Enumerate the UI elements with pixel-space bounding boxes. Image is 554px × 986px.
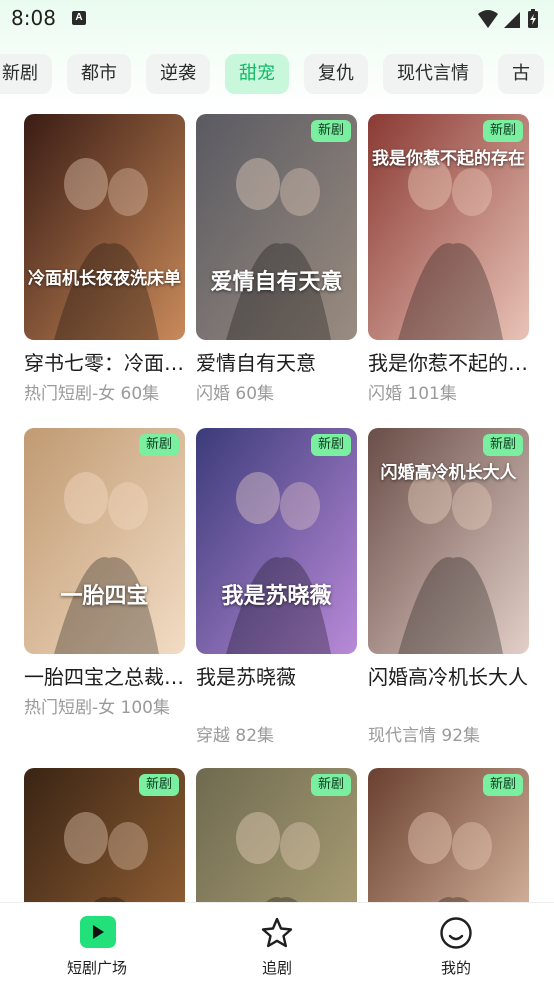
poster-title-art: 闪婚高冷机长大人 xyxy=(380,463,517,483)
drama-poster[interactable]: 爱情自有天意 新剧 xyxy=(196,114,357,340)
drama-poster[interactable]: 团宠千金夫人又美又飒新剧 xyxy=(196,768,357,902)
drama-card[interactable]: 冷面机长夜夜洗床单穿书七零：冷面机长夜夜洗床单热门短剧-女 60集 xyxy=(24,114,185,410)
battery-icon xyxy=(528,9,538,28)
star-icon xyxy=(260,916,294,954)
smile-face-icon xyxy=(439,916,473,954)
drama-meta: 热门短剧-女 60集 xyxy=(24,384,160,404)
nav-label-follow: 追剧 xyxy=(261,959,292,977)
drama-title: 闪婚高冷机长大人 xyxy=(368,665,528,689)
drama-poster[interactable]: 我是苏晓薇 新剧 xyxy=(196,428,357,654)
drama-meta: 闪婚 101集 xyxy=(368,384,457,404)
new-badge: 新剧 xyxy=(482,774,523,796)
drama-card[interactable]: 一胎四宝 新剧一胎四宝之总裁爹地知错了热门短剧-女 100集 xyxy=(24,428,185,750)
play-square-icon xyxy=(80,916,116,952)
tab-5[interactable]: 现代言情 xyxy=(383,54,483,94)
drama-title: 我是苏晓薇 xyxy=(196,665,296,689)
nav-label-drama-square: 短剧广场 xyxy=(66,959,127,977)
new-badge: 新剧 xyxy=(482,434,523,456)
drama-meta: 穿越 82集 xyxy=(196,726,275,746)
tab-6[interactable]: 古 xyxy=(498,54,544,94)
drama-meta: 热门短剧-女 100集 xyxy=(24,698,170,718)
drama-card[interactable]: 爱情自有天意 新剧爱情自有天意闪婚 60集 xyxy=(196,114,357,410)
drama-meta: 现代言情 92集 xyxy=(368,726,481,746)
new-badge: 新剧 xyxy=(138,774,179,796)
poster-title-art: 一胎四宝 xyxy=(60,584,149,609)
drama-poster[interactable]: 一胎四宝 新剧 xyxy=(24,428,185,654)
tab-0[interactable]: 新剧 xyxy=(0,54,52,94)
poster-title-art: 冷面机长夜夜洗床单 xyxy=(28,269,181,289)
drama-title: 穿书七零：冷面机长夜夜洗床单 xyxy=(24,351,185,375)
poster-title-art: 我是你惹不起的存在 xyxy=(372,149,525,169)
drama-title: 我是你惹不起的存在 xyxy=(368,351,529,375)
signal-icon xyxy=(504,12,520,28)
tab-2[interactable]: 逆袭 xyxy=(146,54,210,94)
poster-art xyxy=(196,428,357,654)
drama-poster[interactable]: 新剧 xyxy=(368,768,529,902)
system-icons xyxy=(476,8,546,36)
drama-card[interactable]: 我是苏晓薇 新剧我是苏晓薇穿越 82集 xyxy=(196,428,357,750)
poster-title-art: 我是苏晓薇 xyxy=(221,584,332,609)
drama-title: 爱情自有天意 xyxy=(196,351,316,375)
bottom-nav: 短剧广场 追剧 我的 xyxy=(0,902,554,986)
drama-title: 一胎四宝之总裁爹地知错了 xyxy=(24,665,185,689)
new-badge: 新剧 xyxy=(482,120,523,142)
drama-meta: 闪婚 60集 xyxy=(196,384,275,404)
wifi-icon xyxy=(478,10,498,28)
drama-card[interactable]: 穿书后她上位新剧 xyxy=(24,768,185,902)
tab-3[interactable]: 甜宠 xyxy=(225,54,289,94)
tab-4[interactable]: 复仇 xyxy=(304,54,368,94)
drama-poster[interactable]: 闪婚高冷机长大人 新剧 xyxy=(368,428,529,654)
drama-card[interactable]: 新剧 xyxy=(368,768,529,902)
status-time: 8:08 xyxy=(11,6,56,30)
category-tabs: 新剧 都市 逆袭 甜宠 复仇 现代言情古 xyxy=(0,40,554,108)
drama-grid: 冷面机长夜夜洗床单穿书七零：冷面机长夜夜洗床单热门短剧-女 60集爱情自有天意新… xyxy=(0,108,554,902)
poster-title-art: 爱情自有天意 xyxy=(210,270,343,295)
tab-1[interactable]: 都市 xyxy=(67,54,131,94)
new-badge: 新剧 xyxy=(310,434,351,456)
poster-art xyxy=(24,114,185,340)
drama-card[interactable]: 团宠千金夫人又美又飒新剧 xyxy=(196,768,357,902)
poster-art xyxy=(196,114,357,340)
new-badge: 新剧 xyxy=(310,774,351,796)
drama-poster[interactable]: 穿书后她上位新剧 xyxy=(24,768,185,902)
poster-art xyxy=(24,428,185,654)
nav-label-mine: 我的 xyxy=(440,959,471,977)
status-bar: 8:08 A xyxy=(0,0,554,40)
drama-poster[interactable]: 冷面机长夜夜洗床单 xyxy=(24,114,185,340)
drama-card[interactable]: 闪婚高冷机长大人 新剧闪婚高冷机长大人现代言情 92集 xyxy=(368,428,529,750)
new-badge: 新剧 xyxy=(138,434,179,456)
new-badge: 新剧 xyxy=(310,120,351,142)
drama-poster[interactable]: 我是你惹不起的存在 新剧 xyxy=(368,114,529,340)
drama-card[interactable]: 我是你惹不起的存在 新剧我是你惹不起的存在闪婚 101集 xyxy=(368,114,529,410)
notification-icon: A xyxy=(72,11,86,25)
